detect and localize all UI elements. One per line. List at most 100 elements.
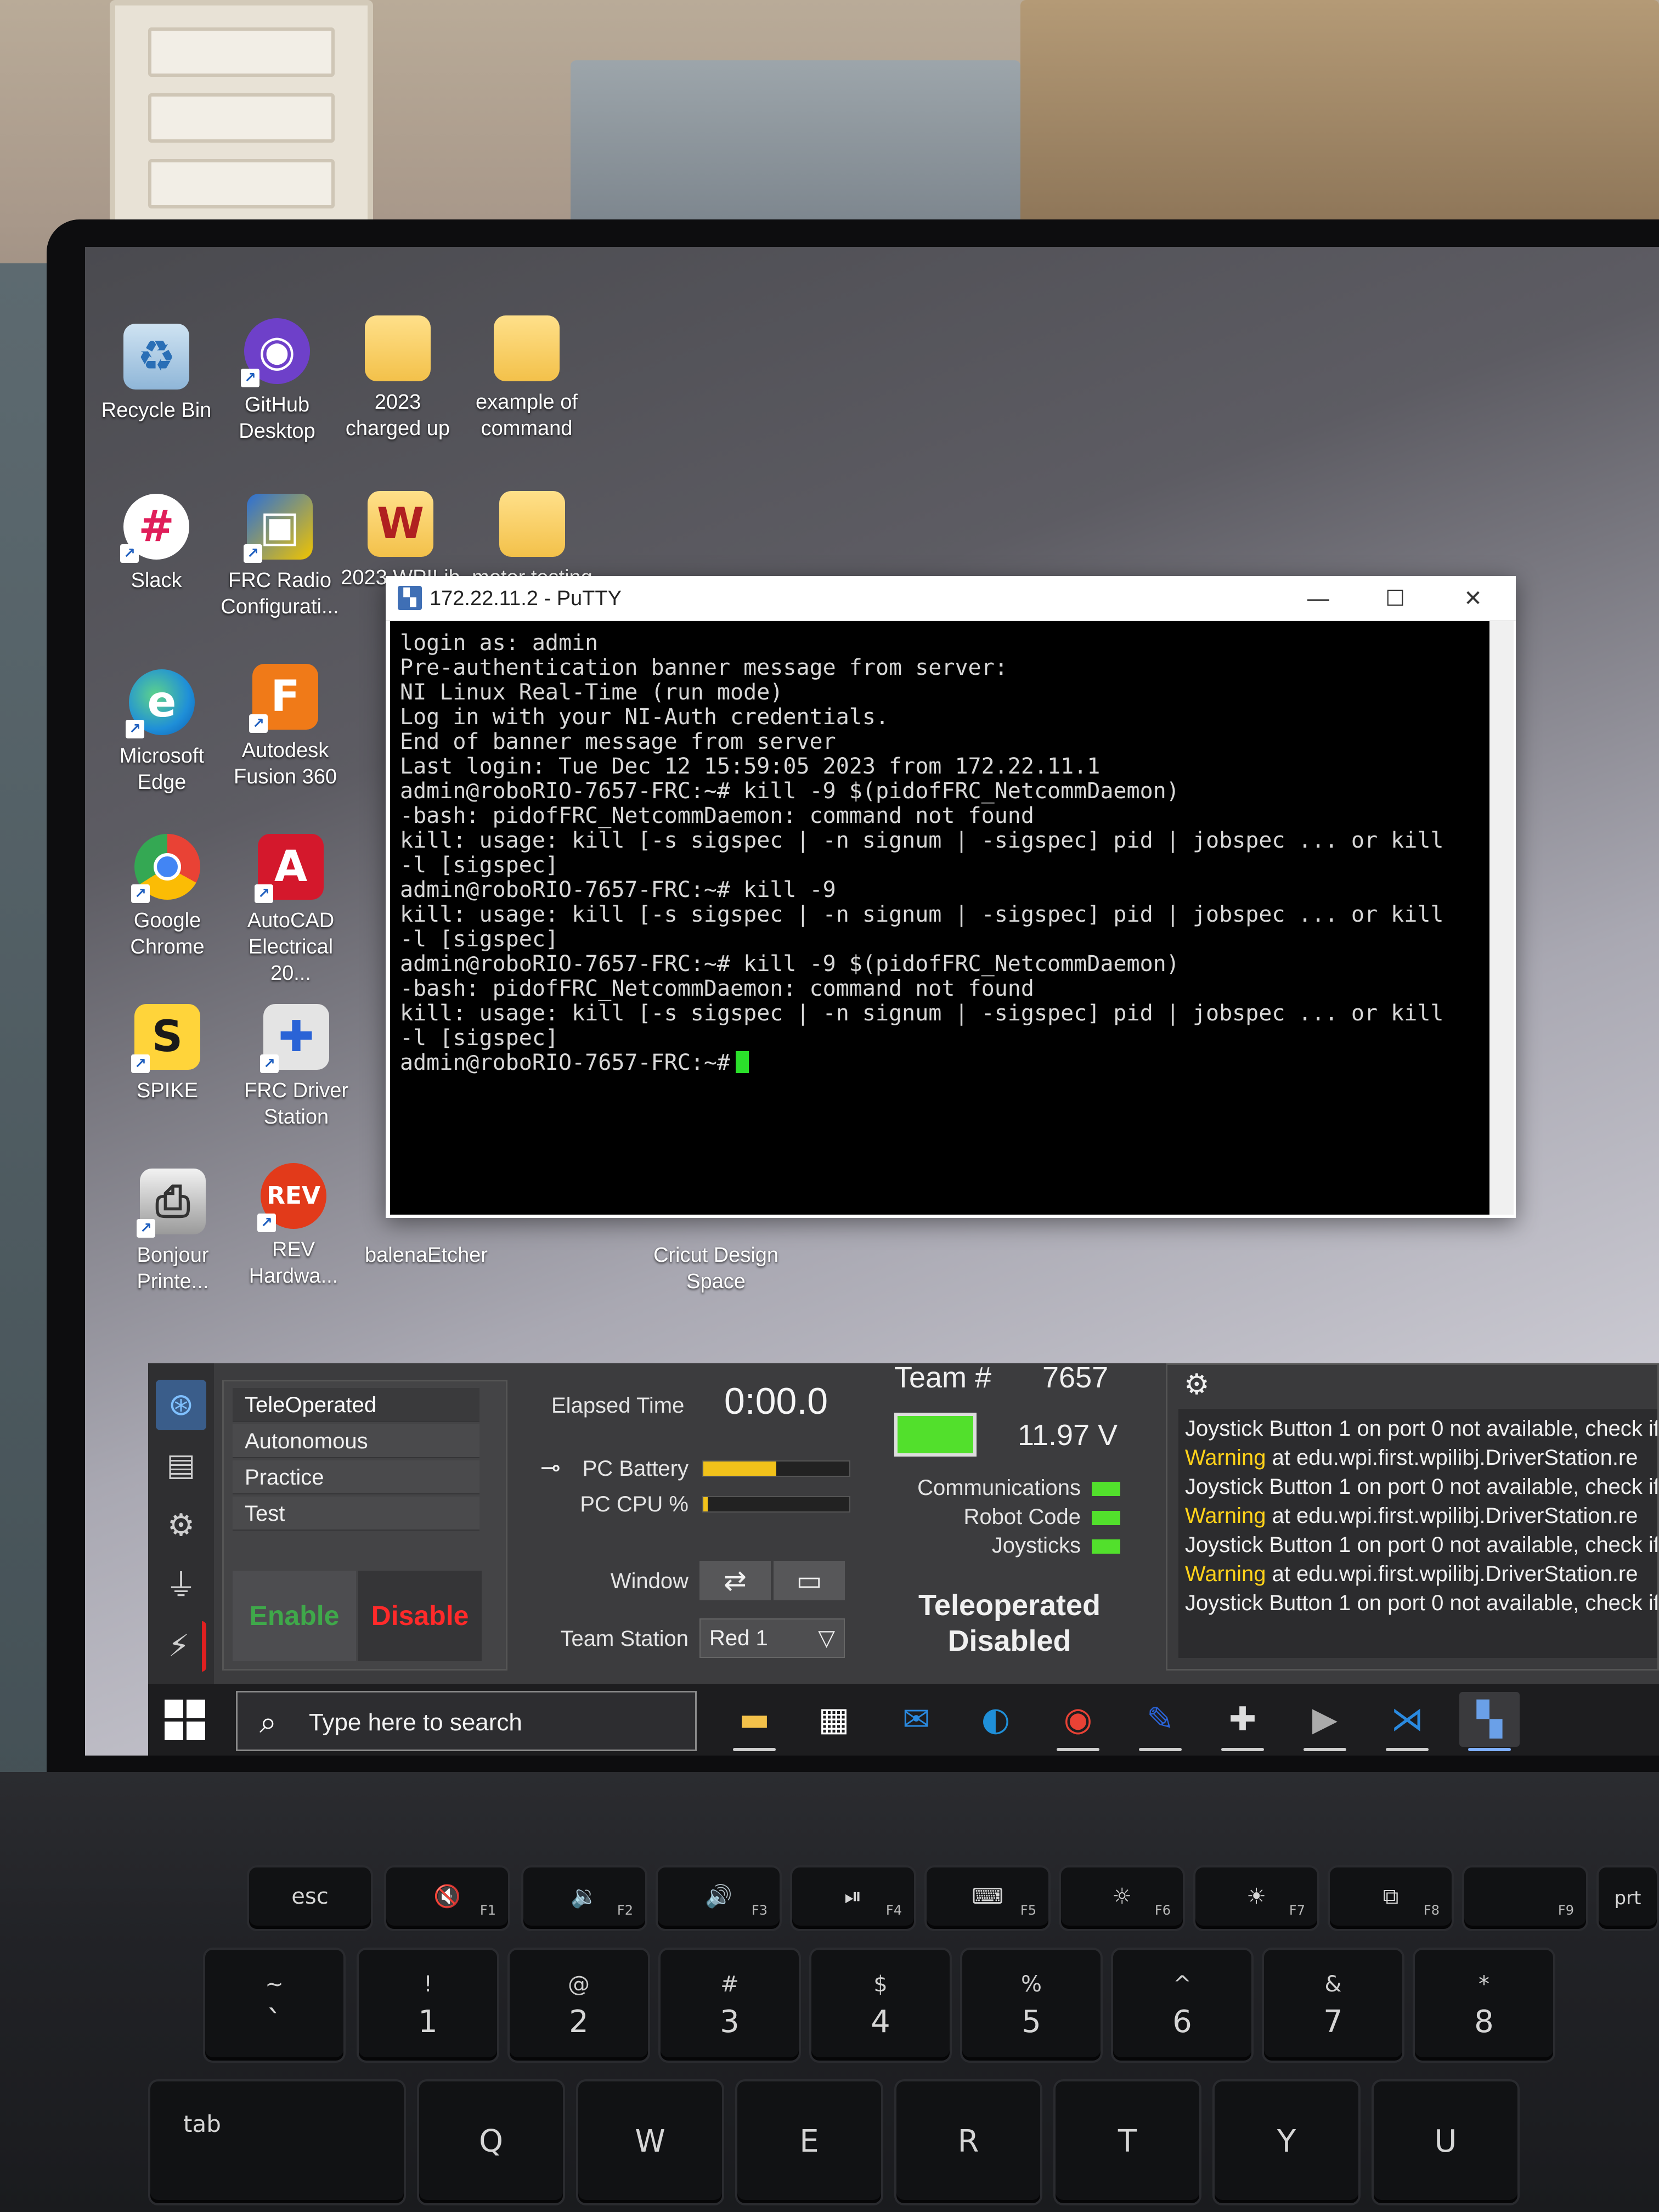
key-f6[interactable]: ☼ F6	[1059, 1865, 1185, 1931]
window-dock-button[interactable]: ⇄	[699, 1561, 771, 1600]
close-button[interactable]: ✕	[1435, 580, 1511, 617]
taskbar-chrome[interactable]: ◉	[1048, 1692, 1108, 1751]
terminal-prompt-line[interactable]: admin@roboRIO-7657-FRC:~#	[400, 1051, 1480, 1075]
shortcut-arrow-icon: ↗	[120, 544, 139, 563]
key-esc[interactable]: esc	[247, 1865, 373, 1931]
usb-icon[interactable]: ⏚	[156, 1561, 206, 1611]
team-station-select[interactable]: Red 1 ▽	[699, 1618, 845, 1658]
taskbar-driver-station[interactable]: ✚	[1212, 1692, 1273, 1751]
team-station-label: Team Station	[560, 1627, 689, 1651]
key-backtick[interactable]: ~ `	[203, 1948, 346, 2063]
key-f5[interactable]: ⌨ F5	[924, 1865, 1051, 1931]
taskbar-edge[interactable]: ◐	[966, 1692, 1026, 1747]
key-y[interactable]: Y	[1212, 2079, 1361, 2205]
key-f3[interactable]: 🔊 F3	[656, 1865, 782, 1931]
key-r[interactable]: R	[894, 2079, 1042, 2205]
window-float-button[interactable]: ▭	[774, 1561, 845, 1600]
key-3[interactable]: #3	[658, 1948, 801, 2063]
power-icon[interactable]: ⚡	[156, 1621, 206, 1672]
mode-panel: TeleOperated Autonomous Practice Test En…	[222, 1380, 507, 1671]
terminal-output[interactable]: login as: admin Pre-authentication banner…	[390, 621, 1489, 1215]
taskbar-vscode[interactable]: ⋊	[1377, 1692, 1437, 1751]
desktop-icon-rev-hardware[interactable]: REV ↗ REV Hardwa...	[233, 1163, 354, 1289]
key-f7[interactable]: ☀ F7	[1193, 1865, 1319, 1931]
taskbar-file-explorer[interactable]: ▬	[724, 1692, 785, 1751]
key-f9[interactable]: F9	[1462, 1865, 1588, 1931]
key-5[interactable]: % 5	[960, 1948, 1103, 2063]
key-6[interactable]: ^ 6	[1111, 1948, 1254, 2063]
terminal-line: -l [sigspec]	[400, 853, 558, 878]
key-f8[interactable]: ⧉ F8	[1328, 1865, 1454, 1931]
mode-test[interactable]: Test	[233, 1497, 479, 1531]
shortcut-arrow-icon: ↗	[131, 1054, 150, 1073]
key-f2[interactable]: 🔉 F2	[521, 1865, 647, 1931]
gear-icon[interactable]: ⚙	[1184, 1368, 1210, 1401]
terminal-line: Last login: Tue Dec 12 15:59:05 2023 fro…	[400, 754, 1101, 779]
spike-icon: S ↗	[131, 1004, 200, 1073]
desktop-icon-spike[interactable]: S ↗ SPIKE	[107, 1004, 228, 1104]
radio-config-icon: ▣ ↗	[244, 494, 313, 563]
diagnostics-icon[interactable]: ▤	[156, 1440, 206, 1491]
desktop-icon-microsoft-edge[interactable]: e ↗ Microsoft Edge	[101, 669, 222, 795]
desktop-icon-frc-radio-configuration[interactable]: ▣ ↗ FRC Radio Configurati...	[219, 494, 340, 620]
desktop-icon-github-desktop[interactable]: ◉ ↗ GitHub Desktop	[217, 318, 337, 444]
putty-window[interactable]: ▚ 172.22.11.2 - PuTTY — ☐ ✕ login as: ad…	[386, 576, 1516, 1218]
gear-icon[interactable]: ⚙	[156, 1500, 206, 1551]
taskbar-media-player[interactable]: ▶	[1295, 1692, 1355, 1751]
desktop-icon-autodesk-fusion-360[interactable]: F ↗ Autodesk Fusion 360	[225, 664, 346, 790]
steering-wheel-icon[interactable]: ⊛	[156, 1380, 206, 1430]
key-t[interactable]: T	[1053, 2079, 1201, 2205]
key-e[interactable]: E	[735, 2079, 883, 2205]
mode-teleoperated[interactable]: TeleOperated	[233, 1388, 479, 1422]
taskbar-microsoft-store[interactable]: ▦	[804, 1692, 864, 1747]
desktop-icon-slack[interactable]: # ↗ Slack	[96, 494, 217, 594]
driver-station-icon: ✚ ↗	[260, 1004, 329, 1073]
minimize-button[interactable]: —	[1280, 580, 1357, 617]
desktop-icon-google-chrome[interactable]: ↗ Google Chrome	[107, 834, 228, 960]
key-u[interactable]: U	[1372, 2079, 1520, 2205]
desktop-icon-autocad-electrical[interactable]: A ↗ AutoCAD Electrical 20...	[230, 834, 351, 986]
pc-cpu-fill	[703, 1497, 708, 1511]
message-log[interactable]: Joystick Button 1 on port 0 not availabl…	[1178, 1409, 1657, 1658]
taskbar-cricut[interactable]: ✎	[1130, 1692, 1190, 1751]
key-1[interactable]: ! 1	[357, 1948, 499, 2063]
vscode-icon: ⋊	[1391, 1700, 1424, 1739]
terminal-line: -l [sigspec]	[400, 927, 558, 952]
keyboard-deck: esc 🔇 F1 🔉 F2 🔊 F3 ⏯ F4 ⌨ F5 ☼ F6 ☀ F7 ⧉ F8 F9 p…	[0, 1772, 1659, 2212]
cricut-icon: ✎	[1146, 1700, 1175, 1739]
search-input[interactable]: ⌕ Type here to search	[236, 1691, 697, 1751]
disable-button[interactable]: Disable	[358, 1571, 482, 1661]
desktop-icon-example-of-command[interactable]: example of command	[466, 315, 587, 442]
mode-practice[interactable]: Practice	[233, 1460, 479, 1494]
terminal-line: kill: usage: kill [-s sigspec | -n signu…	[400, 902, 1444, 927]
maximize-button[interactable]: ☐	[1357, 580, 1434, 617]
key-f4[interactable]: ⏯ F4	[790, 1865, 916, 1931]
key-4[interactable]: $4	[809, 1948, 952, 2063]
autocad-icon: A ↗	[255, 834, 324, 903]
key-prtscr[interactable]: prt	[1596, 1865, 1659, 1931]
key-w[interactable]: W	[576, 2079, 724, 2205]
key-f1[interactable]: 🔇 F1	[384, 1865, 510, 1931]
taskbar-putty[interactable]: ▚	[1459, 1692, 1520, 1751]
mode-autonomous[interactable]: Autonomous	[233, 1424, 479, 1458]
enable-button[interactable]: Enable	[233, 1571, 356, 1661]
start-button[interactable]	[165, 1700, 206, 1741]
desktop-icon-bonjour-printer[interactable]: ⎙ ↗ Bonjour Printe...	[112, 1169, 233, 1295]
putty-titlebar[interactable]: ▚ 172.22.11.2 - PuTTY — ☐ ✕	[386, 576, 1516, 621]
desktop-icon-frc-driver-station[interactable]: ✚ ↗ FRC Driver Station	[236, 1004, 357, 1130]
key-7[interactable]: & 7	[1262, 1948, 1404, 2063]
key-q[interactable]: Q	[417, 2079, 565, 2205]
desktop-icon-2023-charged-up[interactable]: 2023 charged up	[337, 315, 458, 442]
key-8[interactable]: * 8	[1413, 1948, 1555, 2063]
taskbar-mail[interactable]: ✉	[886, 1692, 946, 1747]
shortcut-arrow-icon: ↗	[131, 884, 150, 903]
scrollbar[interactable]	[1489, 621, 1514, 1215]
chrome-icon: ◉	[1063, 1700, 1093, 1739]
robot-mode-status: Teleoperated	[918, 1589, 1101, 1622]
slack-icon: # ↗	[120, 494, 189, 563]
robot-battery-icon	[894, 1413, 977, 1457]
key-2[interactable]: @2	[507, 1948, 650, 2063]
key-tab[interactable]: tab	[148, 2079, 406, 2205]
desktop-icon-recycle-bin[interactable]: ♻ Recycle Bin	[96, 324, 217, 424]
pc-cpu-label: PC CPU %	[580, 1492, 689, 1516]
